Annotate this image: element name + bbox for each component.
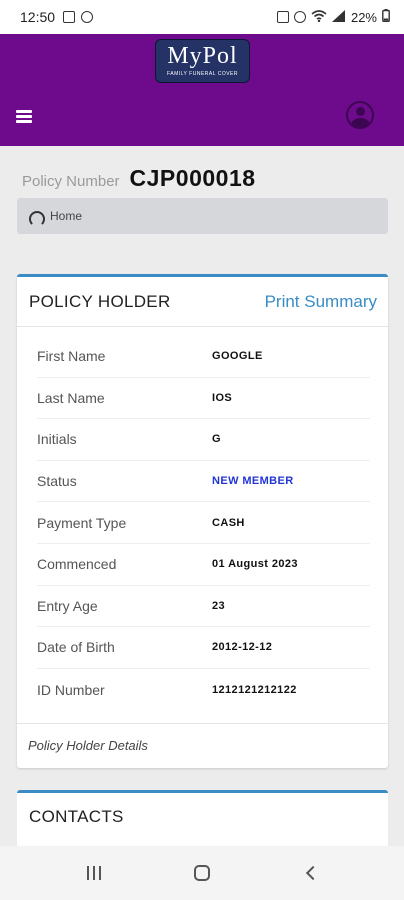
policy-holder-title: POLICY HOLDER (29, 291, 171, 311)
detail-row-initials: Initials G (37, 419, 370, 461)
detail-label: Payment Type (37, 514, 127, 531)
policy-number-label: Policy Number (22, 173, 120, 190)
detail-value: 23 (212, 599, 226, 612)
wifi-icon (311, 9, 327, 25)
policy-holder-details: First Name GOOGLE Last Name IOS Initials… (17, 336, 388, 710)
logo-subtext: FAMILY FUNERAL COVER (166, 71, 239, 77)
detail-label: ID Number (37, 681, 105, 698)
mypol-logo[interactable]: MyPol FAMILY FUNERAL COVER (155, 39, 250, 83)
policy-holder-header: POLICY HOLDER Print Summary (17, 277, 388, 327)
detail-value: 1212121212122 (212, 683, 297, 696)
system-nav-bar (0, 846, 404, 900)
detail-label: Date of Birth (37, 639, 115, 656)
detail-value: CASH (212, 516, 245, 529)
detail-value: G (212, 433, 221, 446)
recents-icon (87, 866, 101, 880)
detail-row-first-name: First Name GOOGLE (37, 336, 370, 378)
recent-apps-button[interactable] (74, 858, 114, 888)
detail-label: Status (37, 473, 77, 490)
status-bar: 12:50 22% (0, 0, 404, 34)
signal-icon (331, 9, 346, 25)
detail-value: 01 August 2023 (212, 558, 298, 571)
home-button[interactable] (182, 858, 222, 888)
dashboard-icon (29, 211, 45, 227)
menu-icon[interactable] (16, 110, 32, 123)
status-time: 12:50 (20, 9, 56, 25)
policy-number-value: CJP000018 (129, 165, 256, 191)
contacts-title: CONTACTS (29, 807, 124, 826)
policy-number-row: Policy Number CJP000018 (22, 165, 256, 192)
home-icon (194, 865, 210, 881)
print-summary-link[interactable]: Print Summary (265, 292, 377, 312)
policy-holder-card: POLICY HOLDER Print Summary First Name G… (17, 274, 388, 768)
detail-row-last-name: Last Name IOS (37, 378, 370, 420)
logo-text: MyPol (167, 43, 238, 69)
app-header: MyPol FAMILY FUNERAL COVER (0, 34, 404, 146)
detail-label: Entry Age (37, 597, 98, 614)
breadcrumb-home[interactable]: Home (50, 209, 82, 223)
whatsapp-icon (81, 11, 94, 23)
detail-row-commenced: Commenced 01 August 2023 (37, 544, 370, 586)
detail-row-entry-age: Entry Age 23 (37, 586, 370, 628)
back-icon (305, 865, 321, 881)
user-avatar-icon[interactable] (346, 101, 374, 129)
detail-label: Last Name (37, 389, 105, 406)
detail-value: IOS (212, 391, 233, 404)
detail-row-payment-type: Payment Type CASH (37, 502, 370, 544)
detail-value: GOOGLE (212, 350, 263, 363)
detail-label: First Name (37, 348, 106, 365)
detail-label: Initials (37, 431, 77, 448)
image-icon (63, 11, 76, 23)
detail-row-status: Status NEW MEMBER (37, 461, 370, 503)
alarm-icon (293, 11, 306, 23)
detail-value: 2012-12-12 (212, 641, 273, 654)
policy-holder-footer: Policy Holder Details (17, 723, 388, 767)
breadcrumb: Home (17, 198, 388, 234)
detail-label: Commenced (37, 556, 117, 573)
battery-saver-icon (276, 11, 289, 23)
battery-icon (382, 9, 390, 25)
detail-row-date-of-birth: Date of Birth 2012-12-12 (37, 627, 370, 669)
detail-row-id-number: ID Number 1212121212122 (37, 669, 370, 711)
battery-percent: 22% (350, 9, 377, 25)
status-badge: NEW MEMBER (212, 475, 294, 488)
back-button[interactable] (290, 858, 330, 888)
